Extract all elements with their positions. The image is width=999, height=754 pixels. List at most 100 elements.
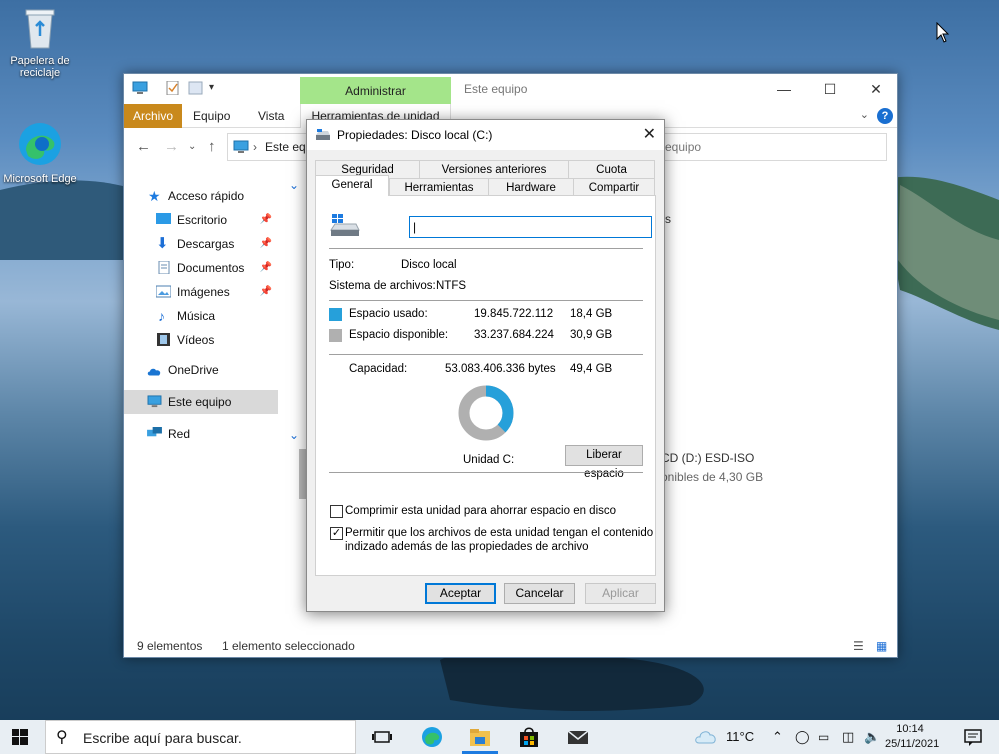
dialog-titlebar: Propiedades: Disco local (C:) ✕ — [307, 120, 664, 150]
disk-usage-donut — [458, 385, 514, 441]
maximize-button[interactable]: ☐ — [807, 74, 853, 104]
search-input[interactable]: equipo — [654, 133, 887, 161]
disk-cleanup-button[interactable]: Liberar espacio — [565, 445, 643, 480]
index-label-line2[interactable]: indizado además de las propiedades de ar… — [345, 541, 589, 553]
capacity-bytes: 53.083.406.336 bytes — [445, 363, 556, 375]
notifications-icon[interactable] — [963, 726, 983, 748]
nav-label: Música — [177, 309, 216, 323]
pin-icon[interactable]: 📌 — [260, 280, 272, 304]
cd-drive-name[interactable]: CD (D:) ESD-ISO — [661, 451, 754, 465]
used-space-swatch — [329, 308, 342, 321]
start-windows-icon[interactable] — [12, 729, 28, 745]
separator — [329, 354, 643, 355]
group-collapse-icon[interactable]: ⌄ — [289, 428, 299, 442]
pin-icon[interactable]: 📌 — [260, 232, 272, 256]
help-icon[interactable]: ? — [877, 108, 893, 124]
capacity-size: 49,4 GB — [570, 363, 613, 375]
clock-time: 10:14 — [896, 723, 924, 735]
tab-general[interactable]: General — [315, 175, 389, 196]
edge-icon — [19, 123, 61, 165]
separator — [329, 300, 643, 301]
nav-escritorio[interactable]: Escritorio 📌 — [124, 208, 278, 232]
pin-icon[interactable]: 📌 — [260, 256, 272, 280]
nav-musica[interactable]: ♪ Música — [124, 304, 278, 328]
pictures-icon — [156, 285, 171, 298]
type-value: Disco local — [401, 259, 457, 271]
back-icon[interactable]: ← — [136, 138, 151, 155]
tab-cuota[interactable]: Cuota — [568, 160, 655, 179]
ribbon-expand-icon[interactable]: ⌄ — [860, 108, 869, 121]
ok-button[interactable]: Aceptar — [425, 583, 496, 604]
nav-onedrive[interactable]: OneDrive — [124, 358, 278, 382]
used-space-label: Espacio usado: — [349, 308, 428, 320]
nav-videos[interactable]: Vídeos — [124, 328, 278, 352]
tab-equipo[interactable]: Equipo — [184, 104, 239, 128]
index-label-line1[interactable]: Permitir que los archivos de esta unidad… — [345, 527, 653, 539]
close-button[interactable]: ✕ — [853, 74, 899, 104]
taskbar-clock[interactable]: 10:14 25/11/2021 — [885, 722, 939, 752]
properties-dialog: Propiedades: Disco local (C:) ✕ Segurida… — [306, 119, 665, 612]
details-view-icon[interactable]: ☰ — [853, 634, 864, 658]
explorer-titlebar: ▾ Administrar Este equipo — ☐ ✕ — [124, 74, 899, 105]
type-label: Tipo: — [329, 259, 355, 271]
nav-label: Descargas — [177, 237, 235, 251]
edge-taskbar-icon[interactable] — [420, 726, 444, 748]
nav-descargas[interactable]: ⬇ Descargas 📌 — [124, 232, 278, 256]
recycle-bin-shortcut[interactable]: Papelera de reciclaje — [0, 6, 80, 79]
forward-icon[interactable]: → — [164, 138, 179, 155]
tab-versiones-anteriores[interactable]: Versiones anteriores — [419, 160, 569, 179]
nav-label: OneDrive — [168, 363, 219, 377]
network-tray-icon[interactable]: ◫ — [842, 720, 854, 754]
tiles-view-icon[interactable]: ▦ — [876, 634, 887, 658]
index-checkbox[interactable]: ✓ — [330, 527, 343, 540]
task-view-icon[interactable] — [370, 726, 394, 748]
group-collapse-icon[interactable]: ⌄ — [289, 178, 299, 192]
recent-dropdown-icon[interactable]: ⌄ — [188, 141, 196, 152]
nav-quick-access[interactable]: ★ Acceso rápido — [124, 184, 278, 208]
properties-icon[interactable] — [165, 81, 181, 95]
drive-name-input[interactable]: | — [409, 216, 652, 238]
compress-checkbox[interactable] — [330, 505, 343, 518]
nav-label: Acceso rápido — [168, 189, 245, 203]
filesystem-label: Sistema de archivos: — [329, 280, 436, 292]
meet-now-icon[interactable]: ◯ — [795, 720, 810, 754]
store-icon[interactable] — [517, 726, 541, 748]
mail-icon[interactable] — [566, 726, 590, 748]
dialog-close-button[interactable]: ✕ — [643, 120, 656, 150]
dialog-title: Propiedades: Disco local (C:) — [337, 128, 493, 142]
used-space-size: 18,4 GB — [570, 308, 613, 320]
show-hidden-icons[interactable]: ⌃ — [772, 720, 783, 754]
pin-icon[interactable]: 📌 — [260, 208, 272, 232]
nav-documentos[interactable]: Documentos 📌 — [124, 256, 278, 280]
tab-vista[interactable]: Vista — [249, 104, 293, 128]
taskbar: ⚲ Escribe aquí para buscar. 11°C ⌃ ◯ ▭ ◫… — [0, 720, 999, 754]
navigation-pane: ★ Acceso rápido Escritorio 📌 ⬇ Descargas 📌… — [124, 174, 284, 614]
taskbar-search-input[interactable]: ⚲ Escribe aquí para buscar. — [45, 720, 356, 754]
qat-dropdown-icon[interactable]: ▾ — [209, 82, 214, 93]
folders-fragment: s — [665, 212, 671, 226]
drive-letter-label: Unidad C: — [463, 454, 515, 466]
edge-shortcut[interactable]: Microsoft Edge — [0, 120, 80, 185]
free-space-swatch — [329, 329, 342, 342]
up-icon[interactable]: ↑ — [208, 138, 216, 155]
edge-label: Microsoft Edge — [3, 173, 77, 185]
file-explorer-taskbar-icon[interactable] — [468, 726, 492, 748]
apply-button[interactable]: Aplicar — [585, 583, 656, 604]
new-folder-icon[interactable] — [188, 81, 204, 95]
search-icon: ⚲ — [56, 729, 68, 746]
nav-red[interactable]: Red — [124, 422, 278, 446]
nav-imagenes[interactable]: Imágenes 📌 — [124, 280, 278, 304]
compress-label[interactable]: Comprimir esta unidad para ahorrar espac… — [345, 505, 616, 517]
free-space-bytes: 33.237.684.224 — [474, 329, 554, 341]
recycle-bin-label: Papelera de reciclaje — [10, 55, 70, 79]
weather-temperature[interactable]: 11°C — [726, 720, 754, 754]
volume-icon[interactable]: 🔈 — [864, 720, 880, 754]
nav-este-equipo[interactable]: Este equipo — [124, 390, 278, 414]
minimize-button[interactable]: — — [761, 74, 807, 104]
tab-archivo[interactable]: Archivo — [124, 104, 183, 128]
cancel-button[interactable]: Cancelar — [504, 583, 575, 604]
weather-cloud-icon[interactable] — [694, 726, 718, 748]
recycle-bin-icon — [25, 9, 55, 49]
battery-icon[interactable]: ▭ — [818, 720, 829, 754]
computer-icon — [233, 140, 249, 153]
